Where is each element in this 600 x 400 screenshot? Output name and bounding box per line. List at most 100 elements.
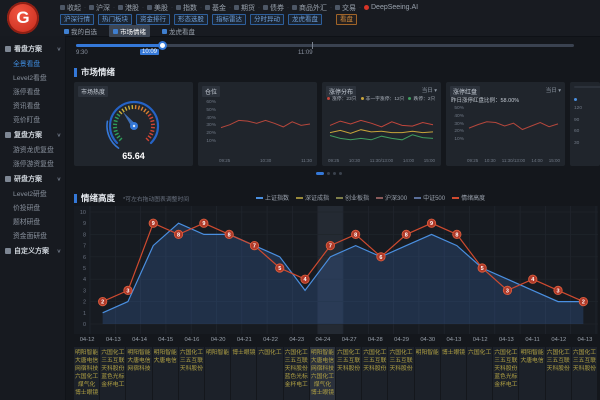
market-tab-4[interactable]: 指数 <box>176 3 197 13</box>
stock-name[interactable]: 六国化工 <box>74 373 99 381</box>
stock-name[interactable]: 大唐电信 <box>153 357 178 365</box>
stock-name[interactable]: 煤气化 <box>74 381 99 389</box>
market-tab-6[interactable]: 期货 <box>234 3 255 13</box>
time-slider[interactable] <box>76 44 574 47</box>
stock-name[interactable]: 金杯电工 <box>100 381 125 389</box>
stock-name[interactable]: 大唐电信 <box>126 357 151 365</box>
stock-name[interactable]: 六国化工 <box>284 349 309 357</box>
stock-name[interactable]: 蓝色光标 <box>100 373 125 381</box>
stock-name[interactable]: 天科股份 <box>493 365 518 373</box>
sidebar-item-2-0[interactable]: Level2研盘 <box>0 186 65 200</box>
stock-name[interactable]: 明阳智能 <box>74 349 99 357</box>
sidebar-item-0-1[interactable]: Level2看盘 <box>0 70 65 84</box>
stock-name[interactable]: 大唐电信 <box>74 357 99 365</box>
tool-button-4[interactable]: 指标雷达 <box>212 14 246 25</box>
legend-item[interactable]: 上证指数 <box>256 193 289 202</box>
stock-name[interactable]: 六国化工 <box>257 349 282 357</box>
stock-name[interactable]: 六国化工 <box>546 349 571 357</box>
stock-name[interactable]: 博士眼镜 <box>441 349 466 357</box>
market-tab-7[interactable]: 债券 <box>263 3 284 13</box>
stock-name[interactable]: 三五互联 <box>493 357 518 365</box>
stock-name[interactable]: 博士眼镜 <box>74 389 99 397</box>
legend-item[interactable]: 情绪高度 <box>452 193 485 202</box>
pagination-dot[interactable] <box>316 172 324 175</box>
pagination-dot[interactable] <box>327 172 330 175</box>
sidebar-item-2-2[interactable]: 题材研盘 <box>0 214 65 228</box>
sentiment-height-chart[interactable]: 01234567891023989875478689853432 <box>74 206 598 334</box>
market-tab-0[interactable]: 收起 <box>60 3 81 13</box>
market-tab-8[interactable]: 商品外汇 <box>292 3 327 13</box>
stock-name[interactable]: 明阳智能 <box>519 349 544 357</box>
period-dropdown[interactable]: 当日 ▾ <box>546 86 561 94</box>
legend-item[interactable]: 深证成指 <box>296 193 329 202</box>
stock-name[interactable]: 三五互联 <box>179 357 204 365</box>
stock-name[interactable]: 六国化工 <box>179 349 204 357</box>
stock-name[interactable]: 天科股份 <box>179 365 204 373</box>
tool-button-2[interactable]: 资金排行 <box>136 14 170 25</box>
market-tab-1[interactable]: 沪深 <box>89 3 110 13</box>
stock-name[interactable]: 三五互联 <box>388 357 413 365</box>
stock-name[interactable]: 天科股份 <box>546 365 571 373</box>
stock-name[interactable]: 六国化工 <box>388 349 413 357</box>
legend-item[interactable]: 创业板指 <box>336 193 369 202</box>
sidebar-item-1-1[interactable]: 涨停游资复盘 <box>0 156 65 170</box>
stock-name[interactable]: 六国化工 <box>572 349 597 357</box>
period-dropdown[interactable]: 当日 ▾ <box>422 86 437 94</box>
market-tab-2[interactable]: 港股 <box>118 3 139 13</box>
stock-name[interactable]: 三五互联 <box>546 357 571 365</box>
tool-button-3[interactable]: 形态选股 <box>174 14 208 25</box>
legend-item[interactable]: 中证500 <box>414 193 445 202</box>
stock-name[interactable]: 明阳智能 <box>126 349 151 357</box>
stock-name[interactable]: 网宿科技 <box>310 365 335 373</box>
stock-name[interactable]: 金杯电工 <box>493 381 518 389</box>
sidebar-section-header-0[interactable]: 看盘方案∨ <box>0 40 65 56</box>
sidebar-section-header-1[interactable]: 复盘方案∨ <box>0 126 65 142</box>
stock-name[interactable]: 三五互联 <box>336 357 361 365</box>
stock-name[interactable]: 博士眼镜 <box>310 389 335 397</box>
sidebar-item-2-3[interactable]: 资金面研盘 <box>0 228 65 242</box>
sidebar-item-0-0[interactable]: 全景看盘 <box>0 56 65 70</box>
stock-name[interactable]: 天科股份 <box>572 365 597 373</box>
stock-name[interactable]: 三五互联 <box>362 357 387 365</box>
stock-name[interactable]: 天科股份 <box>336 365 361 373</box>
sidebar-item-1-0[interactable]: 游资龙虎复盘 <box>0 142 65 156</box>
stock-name[interactable]: 三五互联 <box>572 357 597 365</box>
stock-name[interactable]: 金杯电工 <box>284 381 309 389</box>
legend-item[interactable]: 沪深300 <box>376 193 407 202</box>
pagination-dot[interactable] <box>339 172 342 175</box>
stock-name[interactable]: 六国化工 <box>310 373 335 381</box>
pagination-dot[interactable] <box>333 172 336 175</box>
tool-button-5[interactable]: 分时异动 <box>250 14 284 25</box>
stock-name[interactable]: 明阳智能 <box>205 349 230 357</box>
sidebar-item-0-4[interactable]: 竞价盯盘 <box>0 112 65 126</box>
stock-name[interactable]: 蓝色光标 <box>284 373 309 381</box>
stock-name[interactable]: 网宿科技 <box>126 365 151 373</box>
sidebar-item-0-3[interactable]: 资讯看盘 <box>0 98 65 112</box>
stock-name[interactable]: 六国化工 <box>362 349 387 357</box>
time-slider-handle[interactable] <box>158 41 167 50</box>
stock-name[interactable]: 博士眼镜 <box>231 349 256 357</box>
market-tab-3[interactable]: 美股 <box>147 3 168 13</box>
stock-name[interactable]: 六国化工 <box>336 349 361 357</box>
stock-name[interactable]: 六国化工 <box>100 349 125 357</box>
market-tab-5[interactable]: 基金 <box>205 3 226 13</box>
stock-name[interactable]: 六国化工 <box>493 349 518 357</box>
tool-button-0[interactable]: 沪深行情 <box>60 14 94 25</box>
sidebar-section-header-3[interactable]: 自定义方案∨ <box>0 242 65 258</box>
stock-name[interactable]: 大唐电信 <box>310 357 335 365</box>
tool-button-1[interactable]: 热门板块 <box>98 14 132 25</box>
stock-name[interactable]: 蓝色光标 <box>493 373 518 381</box>
sidebar-section-header-2[interactable]: 研盘方案∨ <box>0 170 65 186</box>
stock-name[interactable]: 网宿科技 <box>74 365 99 373</box>
tool-button-6[interactable]: 龙虎看盘 <box>288 14 322 25</box>
stock-name[interactable]: 三五互联 <box>100 357 125 365</box>
stock-name[interactable]: 天科股份 <box>388 365 413 373</box>
sidebar-item-0-2[interactable]: 涨停看盘 <box>0 84 65 98</box>
stock-name[interactable]: 三五互联 <box>284 357 309 365</box>
market-tab-9[interactable]: 交易 <box>335 3 356 13</box>
sidebar-item-2-1[interactable]: 价投研盘 <box>0 200 65 214</box>
stock-name[interactable]: 大唐电信 <box>519 357 544 365</box>
stock-name[interactable]: 六国化工 <box>467 349 492 357</box>
stock-name[interactable]: 明阳智能 <box>153 349 178 357</box>
stock-name[interactable]: 明阳智能 <box>415 349 440 357</box>
